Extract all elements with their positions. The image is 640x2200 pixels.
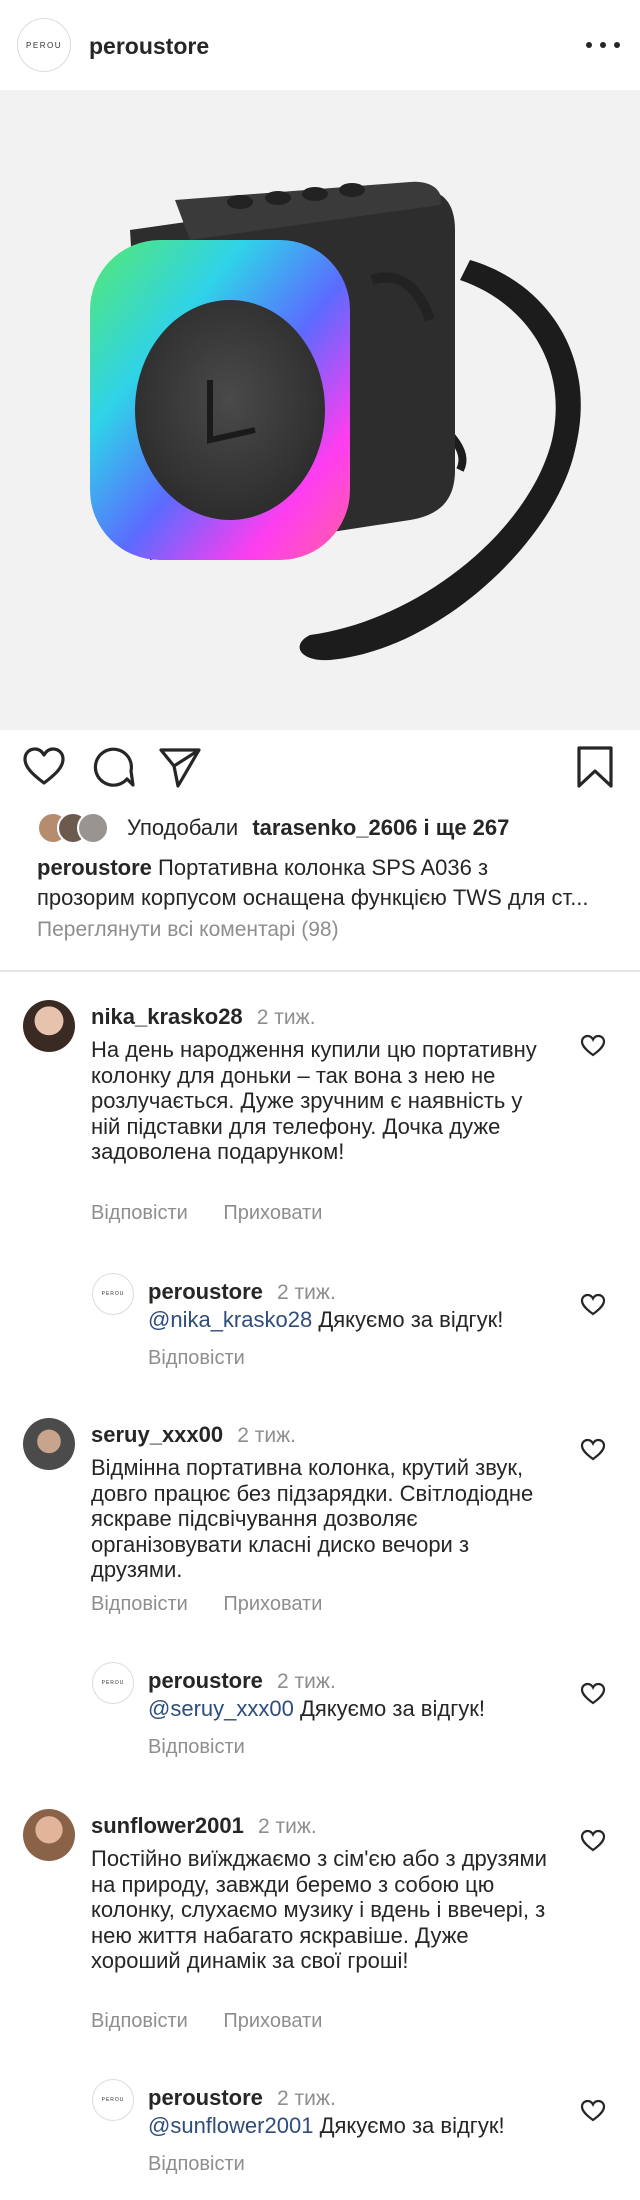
reply-button[interactable]: Відповісти [91, 2010, 188, 2032]
hide-button[interactable]: Приховати [223, 1593, 322, 1615]
reply-time: 2 тиж. [277, 2087, 336, 2110]
likes-prefix: Уподобали [127, 815, 239, 840]
store-logo-text: PEROU [101, 2097, 125, 2103]
comment-heart-icon[interactable] [580, 2099, 606, 2123]
comment-time: 2 тиж. [257, 1815, 317, 1838]
hide-button[interactable]: Приховати [223, 1202, 322, 1224]
caption-username[interactable]: peroustore [37, 855, 152, 880]
post-header: PEROU peroustore [0, 0, 640, 90]
reply-username[interactable]: peroustore [148, 2085, 263, 2110]
reply-text: Дякуємо за відгук! [318, 1307, 504, 1332]
comment-icon[interactable] [91, 745, 135, 789]
commenter-avatar[interactable] [23, 1000, 75, 1052]
hide-button[interactable]: Приховати [223, 2010, 322, 2032]
post-image[interactable] [0, 90, 640, 730]
liker-avatars [37, 812, 117, 844]
reply-time: 2 тиж. [277, 1281, 336, 1304]
heart-icon[interactable] [22, 745, 66, 789]
comment-text: На день народження купили цю портативну … [91, 1037, 537, 1164]
store-avatar[interactable]: PEROU [17, 18, 71, 72]
reply-mention[interactable]: @nika_krasko28 [148, 1307, 312, 1332]
store-logo-text: PEROU [101, 1291, 125, 1297]
reply-mention[interactable]: @sunflower2001 [148, 2113, 313, 2138]
commenter-avatar[interactable] [23, 1809, 75, 1861]
speaker-photo [90, 181, 581, 661]
store-logo-text: PEROU [26, 40, 62, 50]
comment-heart-icon[interactable] [580, 1293, 606, 1317]
comment-heart-icon[interactable] [580, 1438, 606, 1462]
comment-username[interactable]: nika_krasko28 [91, 1004, 243, 1029]
likes-row[interactable]: Уподобали tarasenko_2606 і ще 267 [37, 812, 509, 844]
commenter-avatar[interactable] [23, 1418, 75, 1470]
post-author-username[interactable]: peroustore [89, 33, 209, 60]
reply-button[interactable]: Відповісти [148, 1347, 245, 1369]
bookmark-icon[interactable] [573, 745, 617, 789]
likes-text: Уподобали tarasenko_2606 і ще 267 [127, 815, 509, 841]
reply-button[interactable]: Відповісти [91, 1593, 188, 1615]
comment-username[interactable]: seruy_xxx00 [91, 1422, 223, 1447]
caption-text-line2[interactable]: прозорим корпусом оснащена функцією TWS … [37, 883, 627, 913]
store-logo-text: PEROU [101, 1680, 125, 1686]
reply-avatar[interactable]: PEROU [92, 1273, 134, 1315]
comment-username[interactable]: sunflower2001 [91, 1813, 244, 1838]
reply-button[interactable]: Відповісти [148, 1736, 245, 1758]
likes-names[interactable]: tarasenko_2606 і ще 267 [252, 815, 509, 840]
caption-text-line1: Портативна колонка SPS A036 з [158, 855, 489, 880]
comment-time: 2 тиж. [237, 1424, 296, 1447]
post-caption: peroustore Портативна колонка SPS A036 з… [37, 853, 627, 913]
reply-button[interactable]: Відповісти [148, 2153, 245, 2175]
comment-heart-icon[interactable] [580, 1682, 606, 1706]
reply-time: 2 тиж. [277, 1670, 336, 1693]
reply-avatar[interactable]: PEROU [92, 1662, 134, 1704]
view-all-comments-link[interactable]: Переглянути всі коментарі (98) [37, 918, 339, 942]
reply-username[interactable]: peroustore [148, 1668, 263, 1693]
reply-button[interactable]: Відповісти [91, 1202, 188, 1224]
reply-avatar[interactable]: PEROU [92, 2079, 134, 2121]
avatar [77, 812, 109, 844]
comment-text: Відмінна портативна колонка, крутий звук… [91, 1455, 534, 1582]
more-dots-icon[interactable] [586, 33, 620, 57]
reply-text: Дякуємо за відгук! [299, 1696, 485, 1721]
reply-mention[interactable]: @seruy_xxx00 [148, 1696, 294, 1721]
paper-plane-icon[interactable] [158, 745, 202, 789]
comment-text: Постійно виїжджаємо з сім'єю або з друзя… [91, 1846, 547, 1973]
divider [0, 970, 640, 972]
reply-username[interactable]: peroustore [148, 1279, 263, 1304]
comment-time: 2 тиж. [256, 1006, 316, 1029]
comment-heart-icon[interactable] [580, 1034, 606, 1058]
post-actions [0, 745, 640, 795]
reply-text: Дякуємо за відгук! [319, 2113, 505, 2138]
comment-heart-icon[interactable] [580, 1829, 606, 1853]
